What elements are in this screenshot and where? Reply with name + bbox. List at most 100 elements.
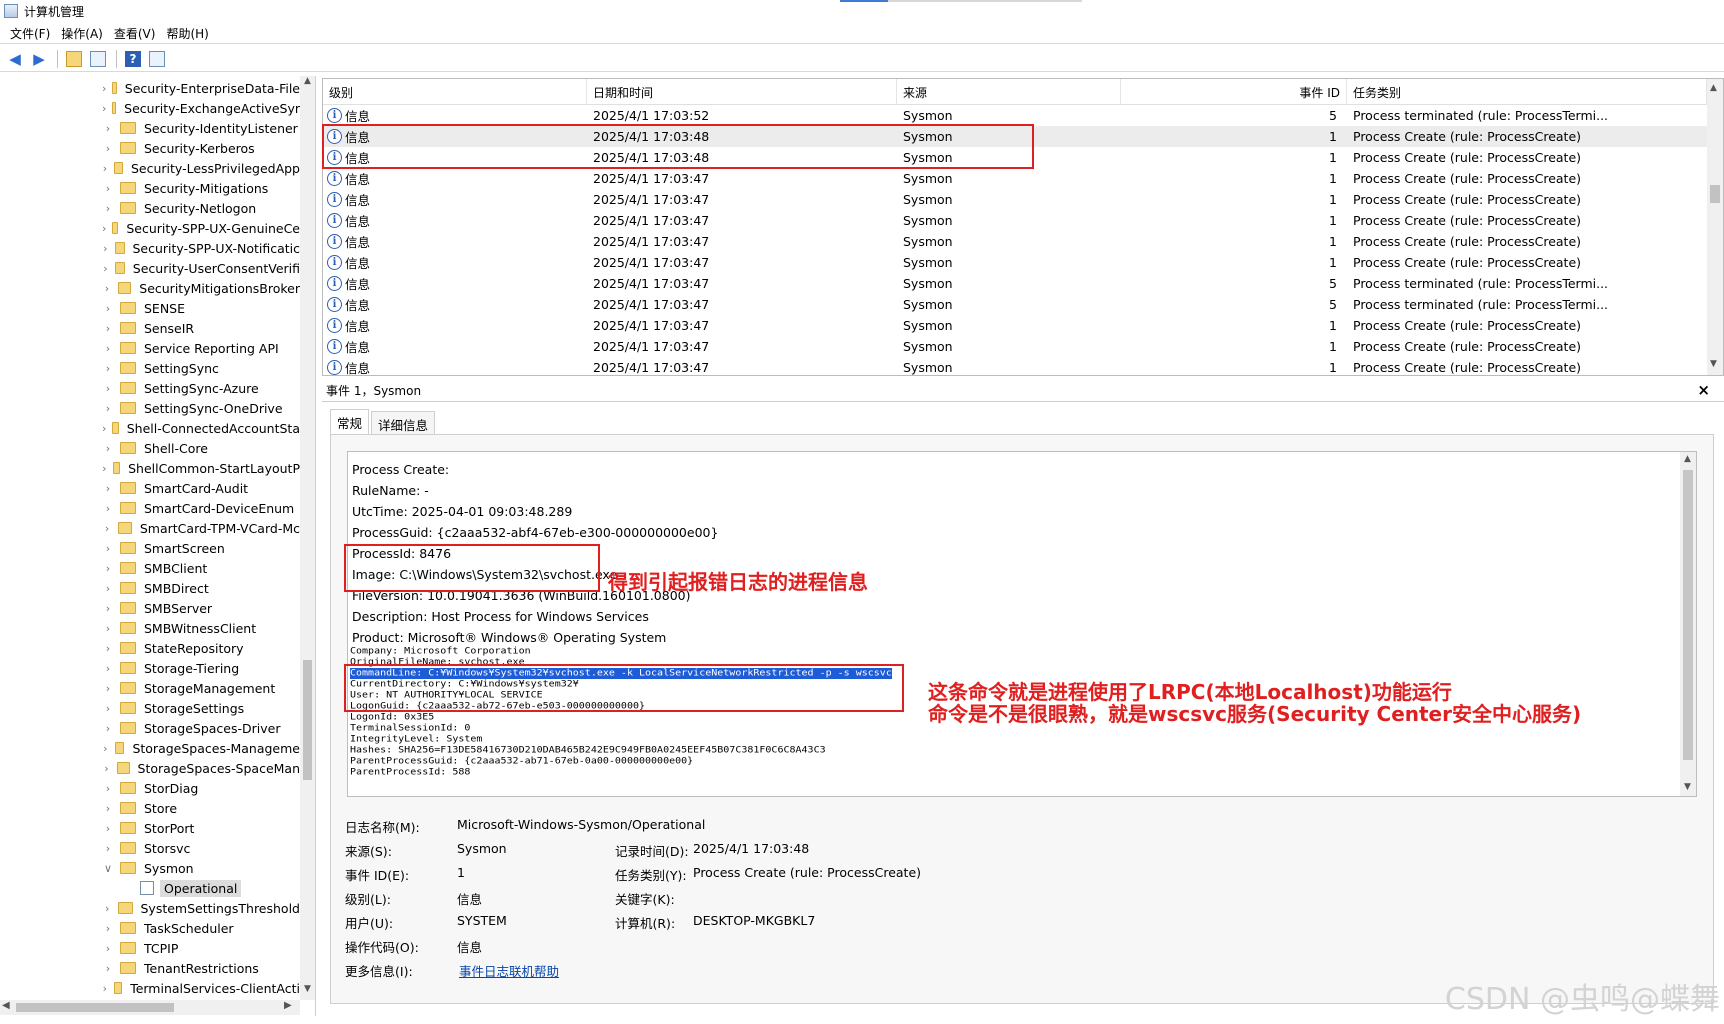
tree-item[interactable]: › SMBClient [0, 558, 300, 578]
chevron-right-icon[interactable]: › [102, 922, 114, 935]
show-hide-tree-button[interactable] [87, 48, 109, 70]
tree-item[interactable]: › StorDiag [0, 778, 300, 798]
scroll-thumb[interactable] [303, 660, 312, 780]
tree-item[interactable]: › SMBServer [0, 598, 300, 618]
tree-item[interactable]: › Security-UserConsentVerifi [0, 258, 300, 278]
chevron-right-icon[interactable]: › [102, 802, 114, 815]
tree-item[interactable]: › Storsvc [0, 838, 300, 858]
chevron-right-icon[interactable]: › [102, 542, 114, 555]
event-row[interactable]: i 信息 2025/4/1 17:03:47 Sysmon 1 Process Creat… [323, 168, 1707, 189]
event-row[interactable]: i 信息 2025/4/1 17:03:47 Sysmon 1 Process Creat… [323, 252, 1707, 273]
tree-item[interactable]: › TerminalServices-ClientActi [0, 978, 300, 998]
chevron-right-icon[interactable]: › [102, 222, 106, 235]
tree-item[interactable]: › SystemSettingsThreshold [0, 898, 300, 918]
tree-item[interactable]: › StateRepository [0, 638, 300, 658]
scroll-up-icon[interactable]: ▲ [1710, 83, 1717, 93]
event-row[interactable]: i 信息 2025/4/1 17:03:47 Sysmon 1 Process Creat… [323, 357, 1707, 375]
column-task-category[interactable]: 任务类别 [1347, 79, 1707, 105]
scroll-thumb[interactable] [1683, 470, 1693, 760]
event-row[interactable]: i 信息 2025/4/1 17:03:47 Sysmon 5 Process termi… [323, 273, 1707, 294]
tree-item[interactable]: › Security-ExchangeActiveSyr [0, 98, 300, 118]
menu-file[interactable]: 文件(F) [8, 25, 59, 42]
tab-details[interactable]: 详细信息 [371, 411, 436, 435]
tree-item[interactable]: › StorPort [0, 818, 300, 838]
tree-horizontal-scrollbar[interactable]: ◀ ▶ [0, 1000, 300, 1015]
chevron-right-icon[interactable]: › [102, 842, 114, 855]
tree-item[interactable]: › SettingSync-OneDrive [0, 398, 300, 418]
scroll-left-icon[interactable]: ◀ [2, 1000, 10, 1011]
chevron-right-icon[interactable]: › [102, 942, 114, 955]
chevron-right-icon[interactable]: › [102, 182, 114, 195]
tree-item[interactable]: › Security-IdentityListener [0, 118, 300, 138]
tree-item[interactable]: › StorageSpaces-SpaceMan [0, 758, 300, 778]
event-row[interactable]: i 信息 2025/4/1 17:03:47 Sysmon 5 Process termi… [323, 294, 1707, 315]
scroll-up-icon[interactable]: ▲ [300, 76, 315, 91]
chevron-right-icon[interactable]: › [102, 102, 106, 115]
chevron-right-icon[interactable]: › [102, 462, 107, 475]
chevron-right-icon[interactable]: › [102, 762, 111, 775]
event-log-online-help-link[interactable]: 事件日志联机帮助 [459, 961, 559, 980]
tree-item[interactable]: › TaskScheduler [0, 918, 300, 938]
chevron-right-icon[interactable]: › [102, 562, 114, 575]
chevron-right-icon[interactable]: › [102, 902, 112, 915]
scroll-down-icon[interactable]: ▼ [1710, 359, 1717, 369]
back-button[interactable]: ◀ [4, 48, 26, 70]
chevron-right-icon[interactable]: › [102, 382, 114, 395]
chevron-right-icon[interactable]: › [102, 702, 114, 715]
tree-item[interactable]: › StorageSpaces-Manageme [0, 738, 300, 758]
scroll-thumb[interactable] [16, 1003, 174, 1012]
tree-vertical-scrollbar[interactable]: ▲ ▼ [300, 76, 315, 1000]
tree-item[interactable]: › StorageSpaces-Driver [0, 718, 300, 738]
menu-view[interactable]: 查看(V) [112, 25, 165, 42]
tree-item[interactable]: › StorageManagement [0, 678, 300, 698]
tree-item[interactable]: › Security-EnterpriseData-File [0, 78, 300, 98]
chevron-right-icon[interactable]: › [102, 442, 114, 455]
tree-item[interactable]: › SettingSync-Azure [0, 378, 300, 398]
chevron-right-icon[interactable]: › [102, 82, 106, 95]
event-row[interactable]: i 信息 2025/4/1 17:03:47 Sysmon 1 Process Creat… [323, 210, 1707, 231]
chevron-right-icon[interactable]: › [102, 262, 109, 275]
chevron-right-icon[interactable]: › [102, 142, 114, 155]
tree-item[interactable]: › Security-SPP-UX-GenuineCe [0, 218, 300, 238]
chevron-right-icon[interactable]: › [102, 682, 114, 695]
chevron-right-icon[interactable]: › [102, 122, 114, 135]
tree-item[interactable]: › Shell-ConnectedAccountSta [0, 418, 300, 438]
show-action-pane-button[interactable] [146, 48, 168, 70]
chevron-right-icon[interactable]: › [102, 362, 114, 375]
tree-item[interactable]: › SmartCard-Audit [0, 478, 300, 498]
menu-action[interactable]: 操作(A) [59, 25, 112, 42]
up-one-level-button[interactable] [63, 48, 85, 70]
tree-item[interactable]: › StorageSettings [0, 698, 300, 718]
chevron-right-icon[interactable]: › [102, 502, 114, 515]
chevron-down-icon[interactable]: ∨ [102, 862, 114, 875]
chevron-right-icon[interactable]: › [102, 962, 114, 975]
scroll-thumb[interactable] [1710, 185, 1720, 203]
scroll-right-icon[interactable]: ▶ [284, 1000, 292, 1011]
column-level[interactable]: 级别 [323, 79, 587, 105]
help-button[interactable]: ? [122, 48, 144, 70]
chevron-right-icon[interactable]: › [102, 782, 114, 795]
chevron-right-icon[interactable]: › [102, 202, 114, 215]
tree-item[interactable]: › SmartScreen [0, 538, 300, 558]
scroll-up-icon[interactable]: ▲ [1684, 454, 1691, 464]
chevron-right-icon[interactable]: › [102, 422, 106, 435]
chevron-right-icon[interactable]: › [102, 822, 114, 835]
chevron-right-icon[interactable]: › [102, 402, 114, 415]
scroll-down-icon[interactable]: ▼ [300, 984, 315, 999]
tree-item[interactable]: › Store [0, 798, 300, 818]
scroll-down-icon[interactable]: ▼ [1684, 782, 1691, 792]
tree-item-selected[interactable]: ›Operational [0, 878, 300, 898]
tree-item[interactable]: › Storage-Tiering [0, 658, 300, 678]
tree-item[interactable]: › SenseIR [0, 318, 300, 338]
chevron-right-icon[interactable]: › [102, 982, 108, 995]
close-icon[interactable]: × [1697, 381, 1710, 399]
tree-item[interactable]: › SmartCard-DeviceEnum [0, 498, 300, 518]
tree-item[interactable]: › Shell-Core [0, 438, 300, 458]
tree-item[interactable]: › SMBWitnessClient [0, 618, 300, 638]
tree-item[interactable]: › SENSE [0, 298, 300, 318]
tree-item[interactable]: › SecurityMitigationsBroker [0, 278, 300, 298]
event-row[interactable]: i 信息 2025/4/1 17:03:47 Sysmon 1 Process Creat… [323, 231, 1707, 252]
tree-item[interactable]: › Service Reporting API [0, 338, 300, 358]
chevron-right-icon[interactable]: › [102, 242, 109, 255]
chevron-right-icon[interactable]: › [102, 742, 109, 755]
